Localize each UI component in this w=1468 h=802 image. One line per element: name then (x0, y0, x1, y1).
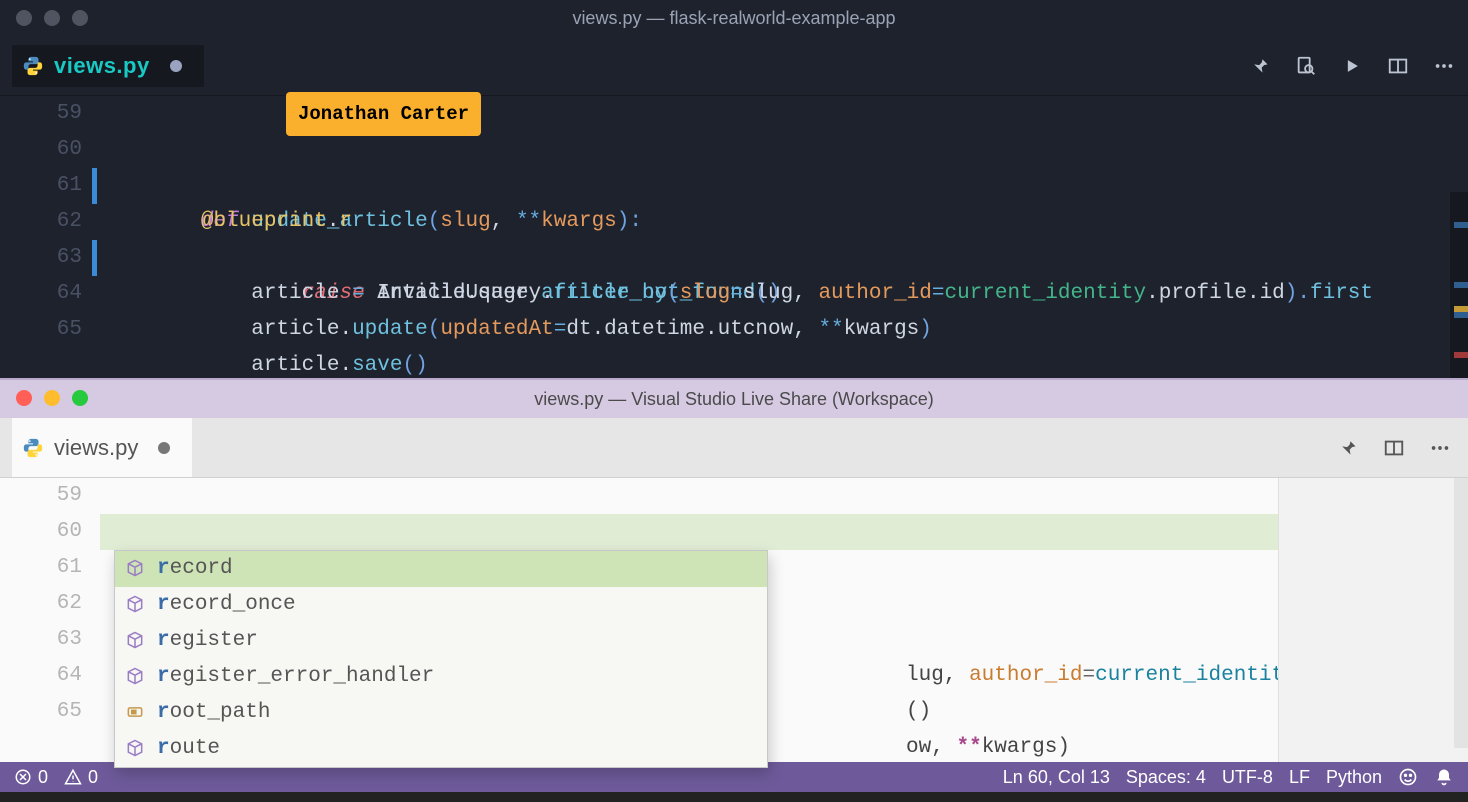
warning-icon (64, 768, 82, 786)
notifications-icon[interactable] (1434, 767, 1454, 787)
modified-line-marker-icon (92, 168, 97, 204)
tab-views-py[interactable]: views.py (12, 418, 192, 477)
method-icon (125, 558, 147, 580)
line-number: 65 (0, 312, 82, 348)
pin-icon[interactable] (1248, 54, 1272, 78)
more-actions-icon[interactable] (1428, 436, 1452, 460)
more-actions-icon[interactable] (1432, 54, 1456, 78)
code-line[interactable]: @blueprint.r (100, 514, 1468, 550)
pin-icon[interactable] (1336, 436, 1360, 460)
autocomplete-item[interactable]: record_once (115, 587, 767, 623)
traffic-lights (16, 390, 88, 406)
editor-actions (1336, 436, 1452, 460)
zoom-window-icon[interactable] (72, 390, 88, 406)
minimap-marker-icon (1454, 352, 1468, 358)
variable-icon (125, 702, 147, 724)
autocomplete-item[interactable]: root_path (115, 695, 767, 731)
obscured-code: ow, **kwargs) (780, 694, 1070, 802)
autocomplete-popup[interactable]: recordrecord_onceregisterregister_error_… (114, 550, 768, 768)
code-area[interactable]: @blueprint.r lug, author_id=current_iden… (100, 478, 1468, 762)
close-window-icon[interactable] (16, 10, 32, 26)
tab-bar: views.py (0, 36, 1468, 96)
status-eol[interactable]: LF (1289, 767, 1310, 788)
method-icon (125, 594, 147, 616)
python-file-icon (22, 55, 44, 77)
line-number: 63 (0, 240, 82, 276)
split-editor-icon[interactable] (1386, 54, 1410, 78)
split-editor-icon[interactable] (1382, 436, 1406, 460)
line-number: 64 (0, 658, 82, 694)
autocomplete-label: register_error_handler (157, 659, 434, 695)
code-line[interactable] (100, 478, 1468, 514)
autocomplete-item[interactable]: register (115, 623, 767, 659)
python-file-icon (22, 437, 44, 459)
tab-label: views.py (54, 435, 138, 461)
autocomplete-item[interactable]: route (115, 731, 767, 767)
window-title: views.py — flask-realworld-example-app (572, 8, 895, 29)
line-number: 65 (0, 694, 82, 730)
line-number: 61 (0, 168, 82, 204)
line-gutter: 59 60 61 62 63 64 65 (0, 96, 100, 378)
minimap-marker-icon (1454, 282, 1468, 288)
minimize-window-icon[interactable] (44, 390, 60, 406)
traffic-lights (16, 10, 88, 26)
status-language[interactable]: Python (1326, 767, 1382, 788)
status-warnings[interactable]: 0 (64, 767, 98, 788)
titlebar: views.py — flask-realworld-example-app (0, 0, 1468, 36)
line-gutter: 59 60 61 62 63 64 65 (0, 478, 100, 762)
line-number: 59 (0, 478, 82, 514)
autocomplete-label: route (157, 731, 220, 767)
minimap-viewport[interactable] (1454, 478, 1468, 748)
method-icon (125, 630, 147, 652)
autocomplete-label: root_path (157, 695, 270, 731)
window-host-editor: views.py — flask-realworld-example-app v… (0, 0, 1468, 378)
status-indent[interactable]: Spaces: 4 (1126, 767, 1206, 788)
error-icon (14, 768, 32, 786)
editor-actions (1248, 54, 1456, 78)
code-line[interactable]: @blueprint.r (100, 132, 1468, 168)
tab-label: views.py (54, 53, 150, 79)
minimap-marker-icon (1454, 312, 1468, 318)
minimap[interactable] (1278, 478, 1468, 762)
minimap-marker-icon (1454, 222, 1468, 228)
minimize-window-icon[interactable] (44, 10, 60, 26)
line-number: 60 (0, 514, 82, 550)
line-number: 59 (0, 96, 82, 132)
zoom-window-icon[interactable] (72, 10, 88, 26)
line-number: 60 (0, 132, 82, 168)
collaborator-cursor-label: Jonathan Carter (286, 92, 481, 136)
line-number: 63 (0, 622, 82, 658)
line-number: 62 (0, 586, 82, 622)
code-editor[interactable]: 59 60 61 62 63 64 65 @blueprint.r lug, a… (0, 478, 1468, 762)
status-errors[interactable]: 0 (14, 767, 48, 788)
tab-bar: views.py (0, 418, 1468, 478)
status-encoding[interactable]: UTF-8 (1222, 767, 1273, 788)
code-area[interactable]: Jonathan Carter @blueprint.r def update_… (100, 96, 1468, 378)
run-icon[interactable] (1340, 54, 1364, 78)
tab-views-py[interactable]: views.py (12, 45, 204, 87)
dirty-indicator-icon (158, 442, 170, 454)
autocomplete-item[interactable]: record (115, 551, 767, 587)
dirty-indicator-icon (170, 60, 182, 72)
method-icon (125, 738, 147, 760)
code-line[interactable]: raise InvalidUsage.article_not_found() (100, 240, 1468, 276)
find-in-file-icon[interactable] (1294, 54, 1318, 78)
method-icon (125, 666, 147, 688)
modified-line-marker-icon (92, 240, 97, 276)
line-number: 64 (0, 276, 82, 312)
close-window-icon[interactable] (16, 390, 32, 406)
titlebar: views.py — Visual Studio Live Share (Wor… (0, 380, 1468, 418)
line-number: 62 (0, 204, 82, 240)
window-title: views.py — Visual Studio Live Share (Wor… (534, 389, 934, 410)
autocomplete-label: register (157, 623, 258, 659)
feedback-icon[interactable] (1398, 767, 1418, 787)
code-line[interactable]: article = Article.query.filter_by(slug=s… (100, 204, 1468, 240)
code-editor[interactable]: 59 60 61 62 63 64 65 Jonathan Carter @bl… (0, 96, 1468, 378)
window-guest-editor: views.py — Visual Studio Live Share (Wor… (0, 378, 1468, 792)
code-line[interactable]: def update_article(slug, **kwargs): (100, 168, 1468, 204)
autocomplete-label: record (157, 551, 233, 587)
autocomplete-label: record_once (157, 587, 296, 623)
line-number: 61 (0, 550, 82, 586)
autocomplete-item[interactable]: register_error_handler (115, 659, 767, 695)
